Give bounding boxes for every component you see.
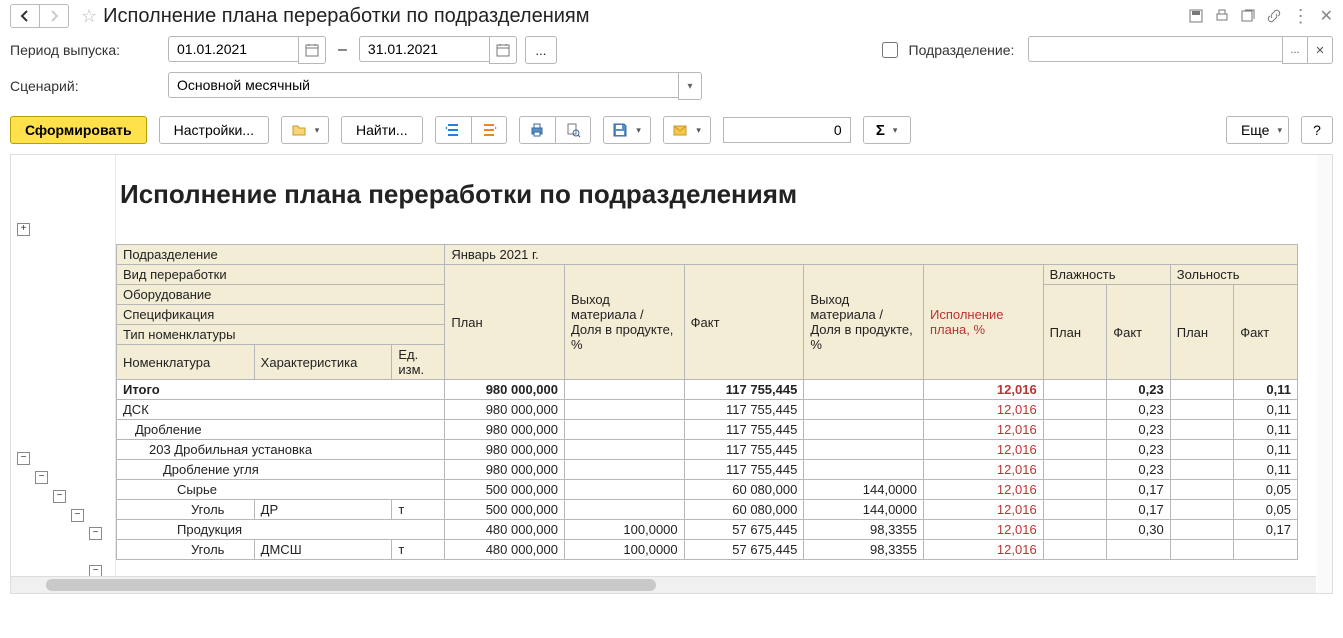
horizontal-scrollbar[interactable] bbox=[11, 576, 1316, 593]
expand-icon bbox=[445, 122, 461, 138]
header-plan: План bbox=[445, 265, 565, 380]
close-icon[interactable]: ✕ bbox=[1320, 6, 1333, 26]
nav-forward-button[interactable] bbox=[40, 4, 69, 28]
arrow-left-icon bbox=[17, 8, 33, 24]
report-title: Исполнение плана переработки по подразде… bbox=[116, 179, 1332, 210]
more-button[interactable]: Еще▾ bbox=[1226, 116, 1289, 144]
header-execution: Исполнение плана, % bbox=[924, 265, 1044, 380]
scenario-dropdown-button[interactable]: ▾ bbox=[678, 72, 702, 100]
variants-button[interactable]: ▾ bbox=[281, 116, 329, 144]
sigma-button[interactable]: Σ▾ bbox=[863, 116, 911, 144]
printer-icon bbox=[529, 122, 545, 138]
department-select-button[interactable]: ... bbox=[1282, 36, 1308, 64]
date-range-dash: – bbox=[338, 41, 347, 59]
date-from-calendar-button[interactable] bbox=[298, 36, 326, 64]
header-fact: Факт bbox=[684, 265, 804, 380]
row-total: Итого 980 000,000 117 755,445 12,016 0,2… bbox=[117, 380, 1298, 400]
collapse-button[interactable]: − bbox=[89, 527, 102, 540]
date-to-calendar-button[interactable] bbox=[489, 36, 517, 64]
header-proc-type: Вид переработки bbox=[117, 265, 445, 285]
department-clear-button[interactable]: ✕ bbox=[1308, 36, 1333, 64]
department-checkbox[interactable] bbox=[882, 42, 898, 58]
row-raw-nom: Уголь ДР т 500 000,000 60 080,000 144,00… bbox=[117, 500, 1298, 520]
find-button[interactable]: Найти... bbox=[341, 116, 423, 144]
header-hum-plan: План bbox=[1043, 285, 1107, 380]
collapse-button[interactable]: − bbox=[35, 471, 48, 484]
header-yield2: Выход материала / Доля в продукте, % bbox=[804, 265, 924, 380]
arrow-right-icon bbox=[46, 8, 62, 24]
collapse-button[interactable]: − bbox=[71, 509, 84, 522]
vertical-scroll-strip[interactable] bbox=[1317, 155, 1332, 593]
window-icon[interactable] bbox=[1240, 8, 1256, 24]
row-prod: Продукция 480 000,000 100,0000 57 675,44… bbox=[117, 520, 1298, 540]
header-period: Январь 2021 г. bbox=[445, 245, 1298, 265]
header-ash: Зольность bbox=[1170, 265, 1297, 285]
report-area[interactable]: Исполнение плана переработки по подразде… bbox=[116, 155, 1332, 593]
period-picker-button[interactable]: ... bbox=[525, 36, 557, 64]
sigma-icon: Σ bbox=[876, 122, 885, 139]
save-layout-icon[interactable] bbox=[1188, 8, 1204, 24]
row-prod-nom: Уголь ДМСШ т 480 000,000 100,0000 57 675… bbox=[117, 540, 1298, 560]
expand-all-button[interactable] bbox=[435, 116, 471, 144]
date-to-input[interactable] bbox=[359, 36, 489, 62]
header-ash-fact: Факт bbox=[1234, 285, 1298, 380]
print-icon[interactable] bbox=[1214, 8, 1230, 24]
department-input[interactable] bbox=[1028, 36, 1282, 62]
diskette-icon bbox=[612, 122, 628, 138]
send-button[interactable]: ▾ bbox=[663, 116, 711, 144]
header-nomenclature: Номенклатура bbox=[117, 345, 255, 380]
header-spec: Спецификация bbox=[117, 305, 445, 325]
generate-button[interactable]: Сформировать bbox=[10, 116, 147, 144]
scenario-label: Сценарий: bbox=[10, 78, 160, 94]
favorite-icon[interactable]: ☆ bbox=[81, 6, 97, 27]
link-icon[interactable] bbox=[1266, 8, 1282, 24]
envelope-icon bbox=[672, 122, 688, 138]
collapse-icon bbox=[481, 122, 497, 138]
page-title: Исполнение плана переработки по подразде… bbox=[103, 5, 1187, 28]
header-unit: Ед. изм. bbox=[392, 345, 445, 380]
row-coal-crush: Дробление угля 980 000,000 117 755,445 1… bbox=[117, 460, 1298, 480]
row-crushing: Дробление 980 000,000 117 755,445 12,016… bbox=[117, 420, 1298, 440]
collapse-button[interactable]: − bbox=[17, 452, 30, 465]
header-yield1: Выход материала / Доля в продукте, % bbox=[564, 265, 684, 380]
department-label: Подразделение: bbox=[909, 42, 1015, 58]
collapse-button[interactable]: − bbox=[53, 490, 66, 503]
scrollbar-thumb[interactable] bbox=[46, 579, 656, 591]
tree-gutter: + − − − − − − bbox=[11, 155, 116, 593]
scenario-input[interactable] bbox=[168, 72, 678, 98]
save-button[interactable]: ▾ bbox=[603, 116, 651, 144]
header-hum-fact: Факт bbox=[1107, 285, 1171, 380]
report-table: Подразделение Январь 2021 г. Вид перераб… bbox=[116, 244, 1298, 560]
row-raw: Сырье 500 000,000 60 080,000 144,0000 12… bbox=[117, 480, 1298, 500]
more-menu-icon[interactable]: ⋮ bbox=[1292, 6, 1310, 27]
help-button[interactable]: ? bbox=[1301, 116, 1333, 144]
sum-input[interactable] bbox=[723, 117, 851, 143]
calendar-icon bbox=[495, 42, 511, 58]
date-from-input[interactable] bbox=[168, 36, 298, 62]
row-dsk: ДСК 980 000,000 117 755,445 12,016 0,23 … bbox=[117, 400, 1298, 420]
header-nom-type: Тип номенклатуры bbox=[117, 325, 445, 345]
preview-button[interactable] bbox=[555, 116, 591, 144]
collapse-all-button[interactable] bbox=[471, 116, 507, 144]
nav-back-button[interactable] bbox=[10, 4, 40, 28]
settings-button[interactable]: Настройки... bbox=[159, 116, 269, 144]
header-characteristic: Характеристика bbox=[254, 345, 392, 380]
magnifier-page-icon bbox=[565, 122, 581, 138]
header-ash-plan: План bbox=[1170, 285, 1234, 380]
calendar-icon bbox=[304, 42, 320, 58]
period-label: Период выпуска: bbox=[10, 42, 160, 58]
header-humidity: Влажность bbox=[1043, 265, 1170, 285]
folder-variants-icon bbox=[291, 122, 307, 138]
print-button[interactable] bbox=[519, 116, 555, 144]
header-equipment: Оборудование bbox=[117, 285, 445, 305]
expand-button[interactable]: + bbox=[17, 223, 30, 236]
header-department: Подразделение bbox=[117, 245, 445, 265]
row-unit203: 203 Дробильная установка 980 000,000 117… bbox=[117, 440, 1298, 460]
